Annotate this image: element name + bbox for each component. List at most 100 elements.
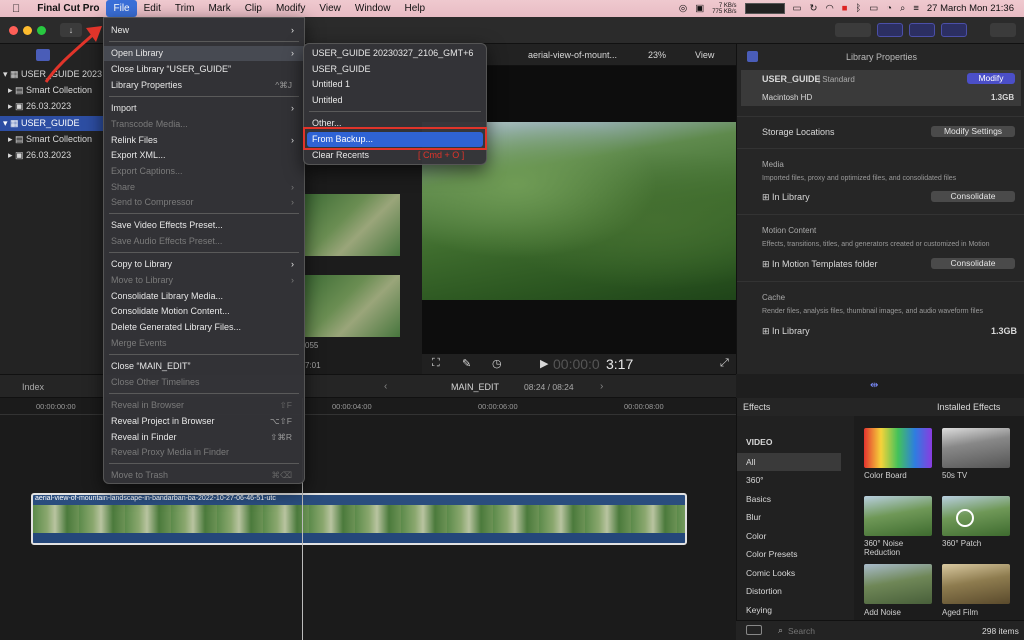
play-icon[interactable]: ▶ (540, 357, 548, 370)
patch-circle-icon (956, 509, 974, 527)
event-row[interactable]: ▸ ▣ 26.03.2023 (0, 99, 106, 114)
timeline-clip[interactable]: aerial-view-of-mountain-landscape-in-ban… (31, 493, 687, 545)
network-speed: 7 KB/s 775 KB/s (712, 2, 737, 15)
effect-360-patch[interactable] (942, 496, 1010, 536)
modify-settings-button[interactable]: Modify Settings (931, 126, 1015, 137)
effect-360-noise-reduction[interactable] (864, 496, 932, 536)
creative-cloud-icon[interactable]: ◎ (679, 3, 687, 14)
consolidate-motion-button[interactable]: Consolidate (931, 258, 1015, 269)
recent-library-item[interactable]: Untitled 1 (304, 77, 486, 92)
project-name[interactable]: MAIN_EDIT (451, 382, 499, 392)
category-comic-looks[interactable]: Comic Looks (737, 564, 841, 582)
fullscreen-icon[interactable]: ⤢ (720, 357, 729, 370)
menu-mark[interactable]: Mark (201, 0, 237, 17)
menu-item-close-main-edit[interactable]: Close “MAIN_EDIT” (104, 359, 304, 374)
view-popup[interactable]: View (695, 50, 714, 60)
category-color[interactable]: Color (737, 527, 841, 545)
transform-icon[interactable]: ⛶ (432, 357, 440, 370)
clock[interactable]: 27 March Mon 21:36 (927, 3, 1014, 14)
menu-item-delete-generated-files[interactable]: Delete Generated Library Files... (104, 320, 304, 335)
divider (737, 214, 1024, 215)
category-basics[interactable]: Basics (737, 490, 841, 508)
menu-item-new[interactable]: New › (104, 23, 304, 38)
menu-item-reveal-project-in-browser[interactable]: Reveal Project in Browser ⌥⇧F (104, 414, 304, 429)
back-icon[interactable]: ‹ (384, 381, 387, 392)
menu-item-relink-files[interactable]: Relink Files › (104, 133, 304, 148)
category-blur[interactable]: Blur (737, 508, 841, 526)
menu-file[interactable]: File (106, 0, 137, 17)
zoom-popup[interactable]: 23% (648, 50, 666, 60)
menu-view[interactable]: View (312, 0, 348, 17)
effect-add-noise[interactable] (864, 564, 932, 604)
wifi-icon[interactable]: ◔ (886, 3, 892, 14)
effects-grid: Color Board 50s TV 360° Noise Reduction … (854, 416, 1024, 620)
menu-item-export-xml[interactable]: Export XML... (104, 148, 304, 163)
recent-library-item[interactable]: Untitled (304, 93, 486, 108)
library-type: | Standard (818, 75, 855, 84)
menu-clip[interactable]: Clip (238, 0, 269, 17)
show-timeline-button[interactable] (909, 23, 935, 37)
show-inspector-button[interactable] (941, 23, 967, 37)
menu-item-save-video-effects-preset[interactable]: Save Video Effects Preset... (104, 218, 304, 233)
background-tasks-button[interactable] (835, 23, 871, 37)
installed-effects-popup[interactable]: Installed Effects (937, 402, 1000, 412)
share-button[interactable] (990, 23, 1016, 37)
minimize-window-button[interactable] (23, 26, 32, 35)
event-row[interactable]: ▸ ▣ 26.03.2023 (0, 148, 106, 163)
apple-icon[interactable]:  (0, 3, 30, 15)
display-icon[interactable]: ▭ (793, 3, 802, 14)
headphones-icon[interactable]: ◠ (826, 3, 834, 14)
battery-icon[interactable]: ▭ (869, 3, 878, 14)
close-window-button[interactable] (9, 26, 18, 35)
effect-color-board[interactable] (864, 428, 932, 468)
menu-item-copy-to-library[interactable]: Copy to Library › (104, 257, 304, 272)
motion-desc: Effects, transitions, titles, and genera… (762, 241, 990, 248)
cpu-icon[interactable]: ▣ (695, 3, 704, 14)
category-keying[interactable]: Keying (737, 601, 841, 619)
folder-icon: ⊞ (762, 259, 773, 269)
clip-thumbnail[interactable] (305, 275, 400, 337)
menu-item-open-library[interactable]: Open Library › (104, 46, 304, 61)
forward-icon[interactable]: › (600, 381, 603, 392)
sync-icon[interactable]: ↻ (810, 3, 818, 14)
menu-item-import[interactable]: Import › (104, 101, 304, 116)
clip-appearance-icon[interactable]: ⇹ (870, 380, 878, 391)
category-distortion[interactable]: Distortion (737, 582, 841, 600)
show-browser-button[interactable] (877, 23, 903, 37)
modify-button[interactable]: Modify (967, 73, 1015, 84)
control-center-icon[interactable]: ≡ (913, 3, 919, 14)
effects-search-input[interactable] (788, 624, 908, 637)
category-all[interactable]: All (737, 453, 841, 471)
library-row-selected[interactable]: ▾ ▦ USER_GUIDE (0, 116, 106, 131)
search-icon[interactable]: ⌕ (900, 3, 905, 14)
speed-icon[interactable]: ◷ (492, 357, 502, 370)
menu-trim[interactable]: Trim (168, 0, 202, 17)
smart-collection-row[interactable]: ▸ ▤ Smart Collection (0, 132, 106, 147)
enhance-icon[interactable]: ✎ (462, 357, 471, 370)
consolidate-media-button[interactable]: Consolidate (931, 191, 1015, 202)
clip-thumbnail[interactable] (305, 194, 400, 256)
menu-modify[interactable]: Modify (269, 0, 312, 17)
menu-item-library-properties[interactable]: Library Properties ^⌘J (104, 78, 304, 93)
category-color-presets[interactable]: Color Presets (737, 545, 841, 563)
menu-help[interactable]: Help (397, 0, 432, 17)
menu-item-close-library[interactable]: Close Library “USER_GUIDE” (104, 62, 304, 77)
flag-icon[interactable]: ■ (842, 3, 848, 14)
sidebar-toggle-icon[interactable] (746, 625, 762, 635)
search-icon: ⌕ (778, 625, 784, 635)
recent-library-item[interactable]: USER_GUIDE (304, 62, 486, 77)
menu-item-reveal-in-finder[interactable]: Reveal in Finder ⇧⌘R (104, 430, 304, 445)
menu-window[interactable]: Window (348, 0, 398, 17)
effect-aged-film[interactable] (942, 564, 1010, 604)
menu-item-consolidate-motion-content[interactable]: Consolidate Motion Content... (104, 304, 304, 319)
recent-library-item[interactable]: USER_GUIDE 20230327_2106_GMT+6 (304, 46, 486, 61)
index-button[interactable]: Index (22, 382, 44, 392)
effect-50s-tv[interactable] (942, 428, 1010, 468)
bluetooth-icon[interactable]: ᛒ (856, 3, 862, 14)
libraries-sidebar: ▾ ▦ USER_GUIDE 2023 ▸ ▤ Smart Collection… (0, 44, 106, 374)
divider (737, 148, 1024, 149)
menu-edit[interactable]: Edit (137, 0, 168, 17)
menu-item-consolidate-library-media[interactable]: Consolidate Library Media... (104, 289, 304, 304)
app-menu[interactable]: Final Cut Pro (30, 3, 106, 14)
category-360[interactable]: 360° (737, 471, 841, 489)
